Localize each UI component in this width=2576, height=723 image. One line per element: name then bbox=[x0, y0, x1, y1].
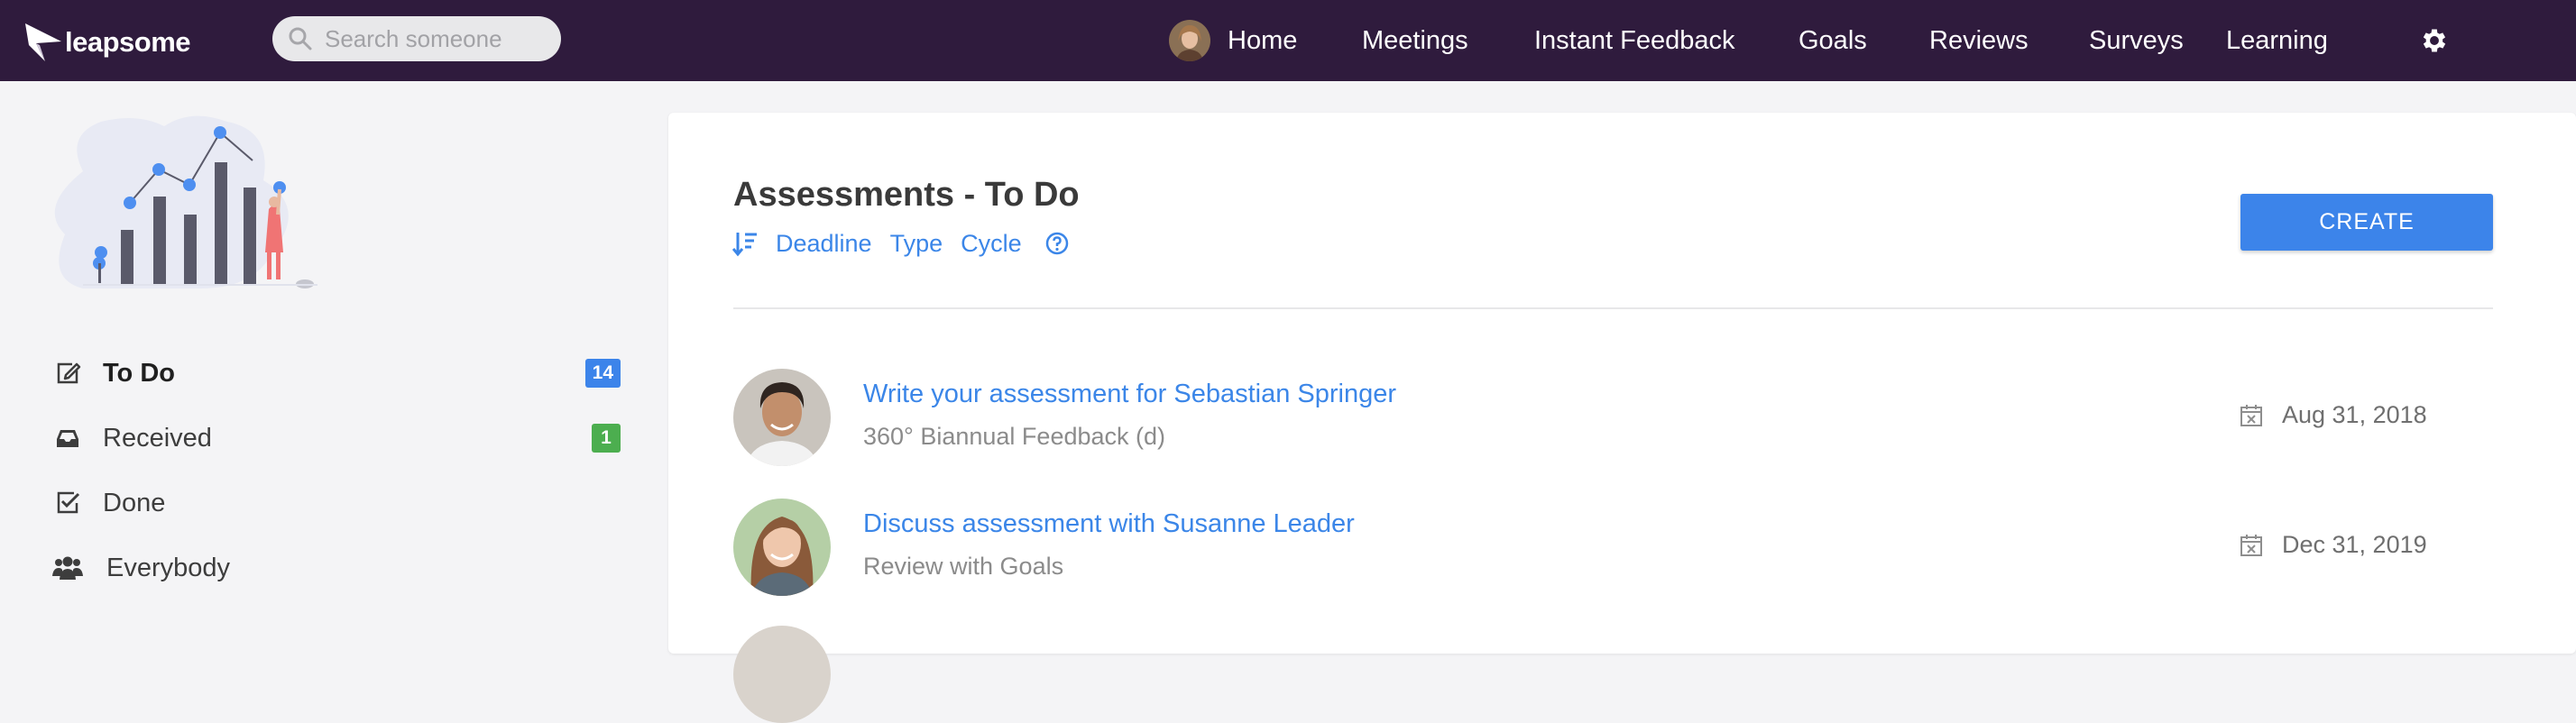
sort-icon[interactable] bbox=[732, 230, 758, 257]
user-avatar[interactable] bbox=[1169, 20, 1210, 61]
nav-goals-label: Goals bbox=[1799, 25, 1867, 55]
sidebar-item-received[interactable]: Received 1 bbox=[52, 411, 621, 465]
sidebar-item-to-do-label: To Do bbox=[103, 358, 175, 388]
nav-surveys-label: Surveys bbox=[2089, 25, 2184, 55]
help-icon[interactable] bbox=[1045, 232, 1069, 255]
app-logo[interactable]: leapsome bbox=[23, 20, 191, 65]
nav-reviews-label: Reviews bbox=[1929, 25, 2029, 55]
leapsome-logo-icon bbox=[25, 23, 61, 61]
sidebar-item-everybody-label: Everybody bbox=[106, 553, 231, 582]
filter-bar: Deadline Type Cycle bbox=[732, 227, 1069, 260]
to-do-count-badge: 14 bbox=[584, 359, 621, 388]
sidebar-item-done[interactable]: Done bbox=[52, 476, 621, 530]
due-date: Aug 31, 2018 bbox=[2282, 401, 2427, 428]
assessment-title-link[interactable]: Discuss assessment with Susanne Leader bbox=[863, 509, 1355, 539]
filter-cycle[interactable]: Cycle bbox=[961, 230, 1022, 258]
page-title: Assessments - To Do bbox=[733, 176, 1080, 214]
filter-deadline[interactable]: Deadline bbox=[776, 230, 872, 258]
due-date: Dec 31, 2019 bbox=[2282, 531, 2427, 558]
check-square-icon bbox=[52, 488, 83, 518]
edit-icon bbox=[52, 358, 83, 389]
search-icon bbox=[289, 27, 312, 50]
create-button[interactable]: CREATE bbox=[2240, 194, 2493, 251]
gear-icon[interactable] bbox=[2419, 25, 2450, 56]
sidebar-item-done-label: Done bbox=[103, 488, 166, 517]
user-avatar-image bbox=[1169, 20, 1210, 61]
sidebar-item-to-do[interactable]: To Do 14 bbox=[52, 346, 621, 400]
assessee-avatar[interactable] bbox=[733, 626, 831, 723]
nav-home[interactable]: Home bbox=[1228, 0, 1297, 81]
nav-surveys[interactable]: Surveys bbox=[2089, 0, 2184, 81]
users-icon bbox=[52, 553, 83, 583]
app-name: leapsome bbox=[65, 26, 191, 58]
inbox-icon bbox=[52, 423, 83, 453]
filter-type[interactable]: Type bbox=[890, 230, 943, 258]
nav-goals[interactable]: Goals bbox=[1799, 0, 1867, 81]
avatar-photo bbox=[733, 499, 831, 596]
nav-learning[interactable]: Learning bbox=[2226, 0, 2328, 81]
nav-reviews[interactable]: Reviews bbox=[1929, 0, 2029, 81]
search-input[interactable] bbox=[272, 16, 561, 61]
analytics-illustration bbox=[54, 115, 317, 288]
assessee-avatar[interactable] bbox=[733, 499, 831, 596]
assessment-subtitle: 360° Biannual Feedback (d) bbox=[863, 423, 1166, 450]
sidebar-item-everybody[interactable]: Everybody bbox=[52, 541, 621, 595]
calendar-icon bbox=[2240, 405, 2262, 426]
nav-meetings[interactable]: Meetings bbox=[1362, 0, 1468, 81]
assessment-subtitle: Review with Goals bbox=[863, 553, 1064, 580]
nav-learning-label: Learning bbox=[2226, 25, 2328, 55]
calendar-icon bbox=[2240, 535, 2262, 556]
nav-instant-feedback-label: Instant Feedback bbox=[1534, 25, 1735, 55]
nav-home-label: Home bbox=[1228, 25, 1298, 55]
assessee-avatar[interactable] bbox=[733, 369, 831, 466]
nav-meetings-label: Meetings bbox=[1362, 25, 1468, 55]
avatar-photo bbox=[733, 369, 831, 466]
received-count-badge: 1 bbox=[592, 424, 621, 453]
sidebar-item-received-label: Received bbox=[103, 423, 212, 453]
divider bbox=[733, 307, 2493, 309]
assessment-title-link[interactable]: Write your assessment for Sebastian Spri… bbox=[863, 380, 1396, 409]
nav-instant-feedback[interactable]: Instant Feedback bbox=[1534, 0, 1734, 81]
